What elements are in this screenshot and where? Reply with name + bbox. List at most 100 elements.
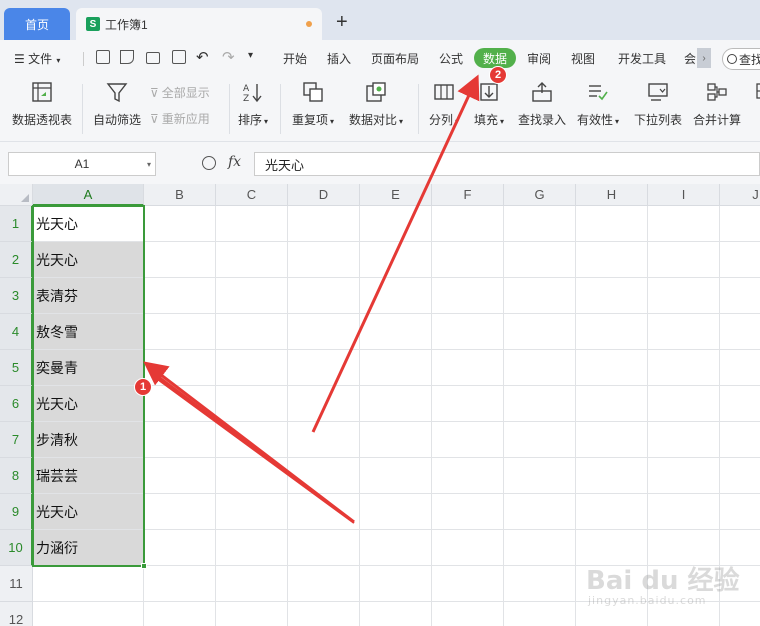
column-header-i[interactable]: I <box>648 184 720 206</box>
filter-reapply-icon: ⊽ <box>150 111 159 126</box>
search-box[interactable]: 查找 <box>722 48 760 70</box>
insert-function-button[interactable]: fx <box>228 154 241 170</box>
reapply-button[interactable]: ⊽ 重新应用 <box>150 110 210 127</box>
duplicates-button[interactable]: 重复项 ▾ <box>292 80 334 128</box>
autofilter-button[interactable]: 自动筛选 <box>93 80 141 128</box>
fill-handle[interactable] <box>141 563 147 569</box>
cell-reference: A1 <box>74 157 90 171</box>
column-header-c[interactable]: C <box>216 184 288 206</box>
fill-button[interactable]: 填充 ▾ <box>474 80 504 128</box>
consolidate-label: 合并计算 <box>693 113 742 127</box>
pivot-table-label: 数据透视表 <box>12 113 73 127</box>
row-header-11[interactable]: 11 <box>0 566 33 602</box>
menu-formula[interactable]: 公式 <box>439 50 463 67</box>
column-header-g[interactable]: G <box>504 184 576 206</box>
tab-workbook[interactable]: S 工作簿1 <box>76 8 322 40</box>
grid-column-line <box>287 206 288 626</box>
name-box[interactable]: A1 ▾ <box>8 152 156 176</box>
ribbon-divider <box>82 84 83 134</box>
selection-border <box>32 205 145 567</box>
tab-bar: 首页 S 工作簿1 + <box>0 0 760 40</box>
export-pdf-icon[interactable] <box>120 50 134 64</box>
tab-home[interactable]: 首页 <box>4 8 70 40</box>
data-compare-icon <box>364 80 388 104</box>
column-header-j[interactable]: J <box>720 184 760 206</box>
annotation-badge-2: 2 <box>489 66 507 84</box>
row-header-5[interactable]: 5 <box>0 350 33 386</box>
menu-view[interactable]: 视图 <box>571 50 595 67</box>
menu-member[interactable]: 会 <box>684 50 696 67</box>
ribbon-toolbar: 数据透视表 自动筛选 ⊽ 全部显示 ⊽ 重新应用 AZ 排序 ▾ 重复项 ▾ 数据对比 ▾ <box>0 76 760 142</box>
validity-button[interactable]: 有效性 ▾ <box>577 80 619 128</box>
grid-column-line <box>215 206 216 626</box>
unsaved-dot-icon <box>306 21 312 27</box>
reapply-label: 重新应用 <box>161 112 210 126</box>
select-all-corner[interactable] <box>0 184 33 206</box>
row-header-10[interactable]: 10 <box>0 530 33 566</box>
row-header-2[interactable]: 2 <box>0 242 33 278</box>
menu-more-button[interactable]: › <box>697 48 711 68</box>
column-header-f[interactable]: F <box>432 184 504 206</box>
duplicates-label: 重复项 ▾ <box>292 113 335 127</box>
zoom-lookup-icon[interactable] <box>202 156 216 170</box>
row-header-9[interactable]: 9 <box>0 494 33 530</box>
grid-column-line <box>575 206 576 626</box>
print-icon[interactable] <box>146 52 160 64</box>
data-compare-button[interactable]: 数据对比 ▾ <box>349 80 403 128</box>
file-menu[interactable]: ☰ 文件 ▾ <box>14 50 60 67</box>
show-all-button[interactable]: ⊽ 全部显示 <box>150 84 210 101</box>
grid-column-line <box>359 206 360 626</box>
menu-data[interactable]: 数据 <box>474 48 516 68</box>
dropdown-list-label: 下拉列表 <box>634 113 683 127</box>
customize-toolbar-icon[interactable]: ▾ <box>248 50 253 61</box>
print-preview-icon[interactable] <box>172 50 186 64</box>
row-header-12[interactable]: 12 <box>0 602 33 626</box>
menu-page-layout[interactable]: 页面布局 <box>371 50 419 67</box>
column-header-d[interactable]: D <box>288 184 360 206</box>
hamburger-icon: ☰ <box>14 52 29 66</box>
table-icon <box>750 80 760 104</box>
new-tab-button[interactable]: + <box>336 12 348 32</box>
chevron-down-icon[interactable]: ▾ <box>147 160 151 169</box>
consolidate-icon <box>705 80 729 104</box>
chevron-down-icon: ▾ <box>54 56 61 65</box>
menu-start[interactable]: 开始 <box>283 50 307 67</box>
file-menu-label: 文件 <box>28 52 53 66</box>
menu-developer[interactable]: 开发工具 <box>618 50 666 67</box>
fill-label: 填充 ▾ <box>474 113 505 127</box>
ribbon-overflow-button[interactable] <box>750 80 760 111</box>
menu-review[interactable]: 审阅 <box>527 50 551 67</box>
column-header-b[interactable]: B <box>144 184 216 206</box>
column-header-a[interactable]: A <box>33 184 144 206</box>
ribbon-divider <box>418 84 419 134</box>
svg-text:Z: Z <box>243 94 249 103</box>
menu-bar: ☰ 文件 ▾ ↶ ↷ ▾ 开始 插入 页面布局 公式 数据 审阅 视图 开发工具… <box>0 40 760 76</box>
pivot-table-button[interactable]: 数据透视表 <box>12 80 72 128</box>
dropdown-list-button[interactable]: 下拉列表 <box>634 80 682 128</box>
data-compare-label: 数据对比 ▾ <box>349 113 404 127</box>
column-header-e[interactable]: E <box>360 184 432 206</box>
autofilter-label: 自动筛选 <box>93 113 142 127</box>
row-header-4[interactable]: 4 <box>0 314 33 350</box>
consolidate-button[interactable]: 合并计算 <box>693 80 741 128</box>
row-header-1[interactable]: 1 <box>0 206 33 242</box>
formula-input[interactable]: 光天心 <box>254 152 760 176</box>
row-header-7[interactable]: 7 <box>0 422 33 458</box>
menu-divider <box>83 52 84 66</box>
save-icon[interactable] <box>96 50 110 64</box>
row-header-3[interactable]: 3 <box>0 278 33 314</box>
undo-icon[interactable]: ↶ <box>196 48 209 66</box>
sort-button[interactable]: AZ 排序 ▾ <box>238 80 268 128</box>
lookup-entry-button[interactable]: 查找录入 <box>518 80 566 128</box>
column-header-h[interactable]: H <box>576 184 648 206</box>
split-column-button[interactable]: 分列 ▾ <box>429 80 459 128</box>
menu-insert[interactable]: 插入 <box>327 50 351 67</box>
baidu-watermark-logo: Bai du 经验 <box>586 566 740 596</box>
pivot-table-icon <box>30 80 54 104</box>
redo-icon[interactable]: ↷ <box>222 48 235 66</box>
row-header-6[interactable]: 6 <box>0 386 33 422</box>
grid-column-line <box>431 206 432 626</box>
show-all-label: 全部显示 <box>161 86 210 100</box>
ribbon-divider <box>229 84 230 134</box>
row-header-8[interactable]: 8 <box>0 458 33 494</box>
